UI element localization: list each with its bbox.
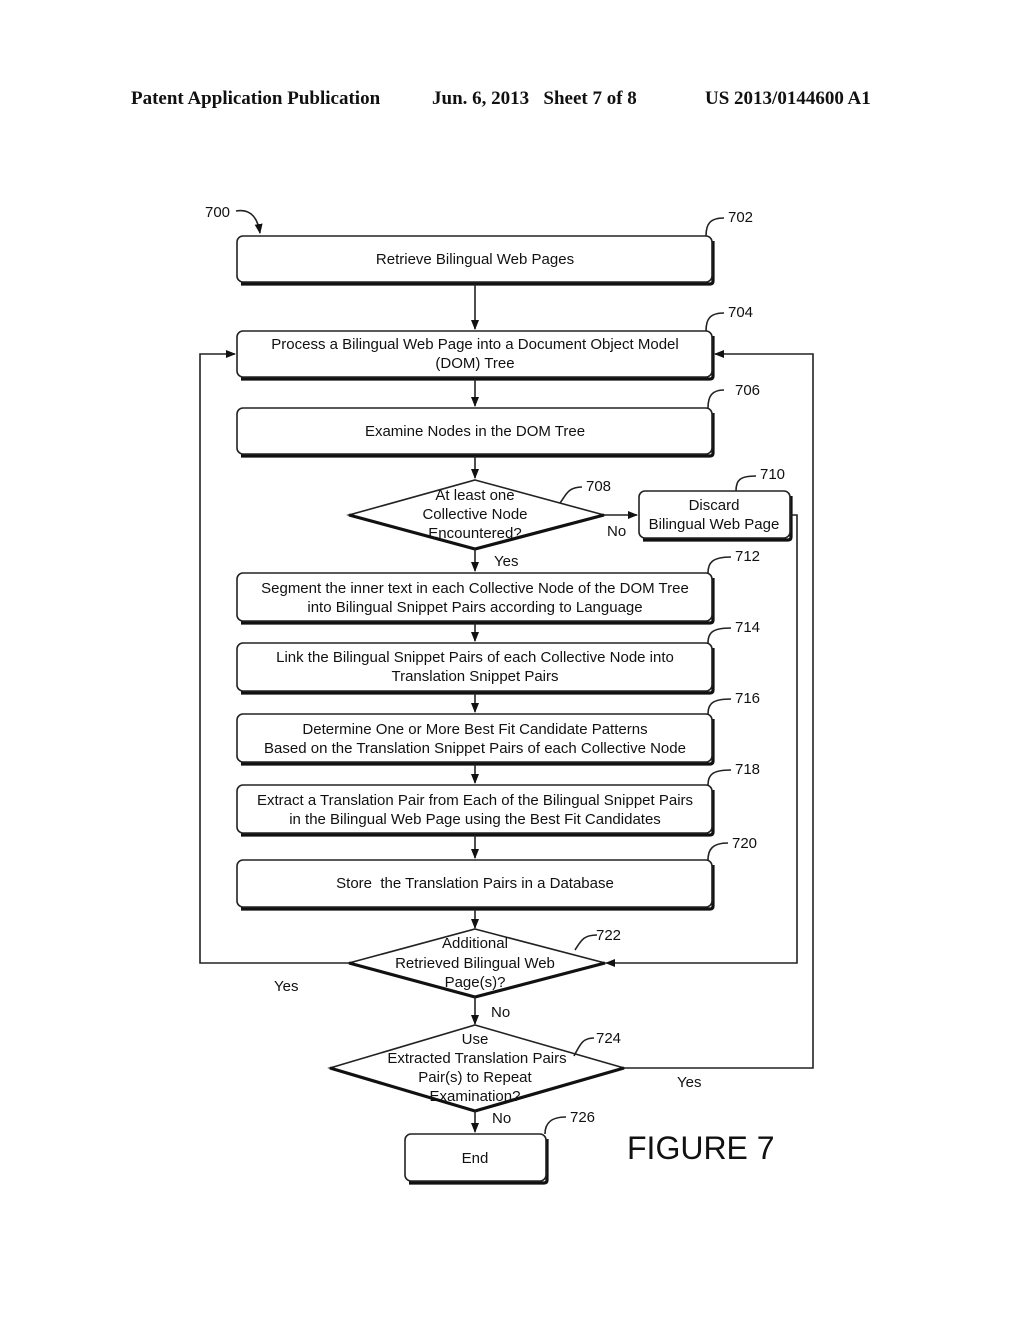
ref-704: 704 [728, 304, 753, 321]
figure-title: FIGURE 7 [627, 1130, 775, 1166]
decision-722-additional-pages: Additional Retrieved Bilingual Web Page(… [345, 928, 609, 999]
step-704-process-dom: Process a Bilingual Web Page into a Docu… [236, 330, 715, 381]
ref-700: 700 [205, 204, 230, 221]
ref-718: 718 [735, 761, 760, 778]
flowchart: 700 Retrieve Bilingual Web Pages 702 Pro… [199, 204, 814, 1185]
step-720-text: Store the Translation Pairs in a Databas… [336, 875, 614, 892]
step-712-text-1: Segment the inner text in each Collectiv… [261, 580, 689, 597]
step-718-text-1: Extract a Translation Pair from Each of … [257, 792, 693, 809]
step-706-examine-nodes: Examine Nodes in the DOM Tree [236, 407, 715, 458]
label-724-no: No [492, 1110, 511, 1127]
ref-712: 712 [735, 548, 760, 565]
ref-716: 716 [735, 690, 760, 707]
step-714-text-1: Link the Bilingual Snippet Pairs of each… [276, 649, 674, 666]
step-714-text-2: Translation Snippet Pairs [391, 668, 558, 685]
decision-724-text-4: Examination? [430, 1088, 521, 1105]
step-718-text-2: in the Bilingual Web Page using the Best… [289, 811, 661, 828]
decision-722-text-1: Additional [442, 935, 508, 952]
decision-724-repeat-examination: Use Extracted Translation Pairs Pair(s) … [327, 1024, 627, 1113]
ref-722: 722 [596, 927, 621, 944]
ref-706: 706 [735, 382, 760, 399]
ref-708: 708 [586, 478, 611, 495]
step-704-text-1: Process a Bilingual Web Page into a Docu… [271, 336, 678, 353]
step-710-discard: Discard Bilingual Web Page [638, 490, 793, 542]
ref-700-leader [235, 209, 263, 234]
step-716-text-1: Determine One or More Best Fit Candidate… [302, 721, 647, 738]
decision-724-text-1: Use [462, 1031, 489, 1048]
decision-724-text-3: Pair(s) to Repeat [418, 1069, 532, 1086]
step-726-text: End [462, 1150, 489, 1167]
step-710-text-1: Discard [689, 497, 740, 514]
decision-724-text-2: Extracted Translation Pairs [387, 1050, 566, 1067]
step-714-link: Link the Bilingual Snippet Pairs of each… [236, 642, 715, 695]
ref-724: 724 [596, 1030, 621, 1047]
step-706-text: Examine Nodes in the DOM Tree [365, 423, 585, 440]
step-726-end: End [404, 1133, 549, 1185]
decision-708-text-3: Encountered? [428, 525, 521, 542]
ref-710: 710 [760, 466, 785, 483]
ref-714: 714 [735, 619, 760, 636]
label-708-yes: Yes [494, 553, 518, 570]
step-704-text-2: (DOM) Tree [435, 355, 514, 372]
step-712-segment: Segment the inner text in each Collectiv… [236, 572, 715, 625]
step-702-retrieve: Retrieve Bilingual Web Pages [236, 235, 715, 286]
step-720-store: Store the Translation Pairs in a Databas… [236, 859, 715, 911]
ref-720: 720 [732, 835, 757, 852]
step-716-determine: Determine One or More Best Fit Candidate… [236, 713, 715, 766]
step-712-text-2: into Bilingual Snippet Pairs according t… [307, 599, 642, 616]
step-710-text-2: Bilingual Web Page [649, 516, 780, 533]
step-716-text-2: Based on the Translation Snippet Pairs o… [264, 740, 686, 757]
step-718-extract: Extract a Translation Pair from Each of … [236, 784, 715, 837]
decision-722-text-3: Page(s)? [445, 974, 506, 991]
label-722-yes: Yes [274, 978, 298, 995]
decision-708-collective-node: At least one Collective Node Encountered… [345, 479, 608, 551]
ref-726: 726 [570, 1109, 595, 1126]
decision-708-text-1: At least one [435, 487, 514, 504]
decision-722-text-2: Retrieved Bilingual Web [395, 955, 555, 972]
step-702-text: Retrieve Bilingual Web Pages [376, 251, 574, 268]
label-722-no: No [491, 1004, 510, 1021]
label-708-no: No [607, 523, 626, 540]
label-724-yes: Yes [677, 1074, 701, 1091]
decision-708-text-2: Collective Node [422, 506, 527, 523]
ref-702: 702 [728, 209, 753, 226]
arrow-724-yes-704 [624, 350, 814, 1069]
